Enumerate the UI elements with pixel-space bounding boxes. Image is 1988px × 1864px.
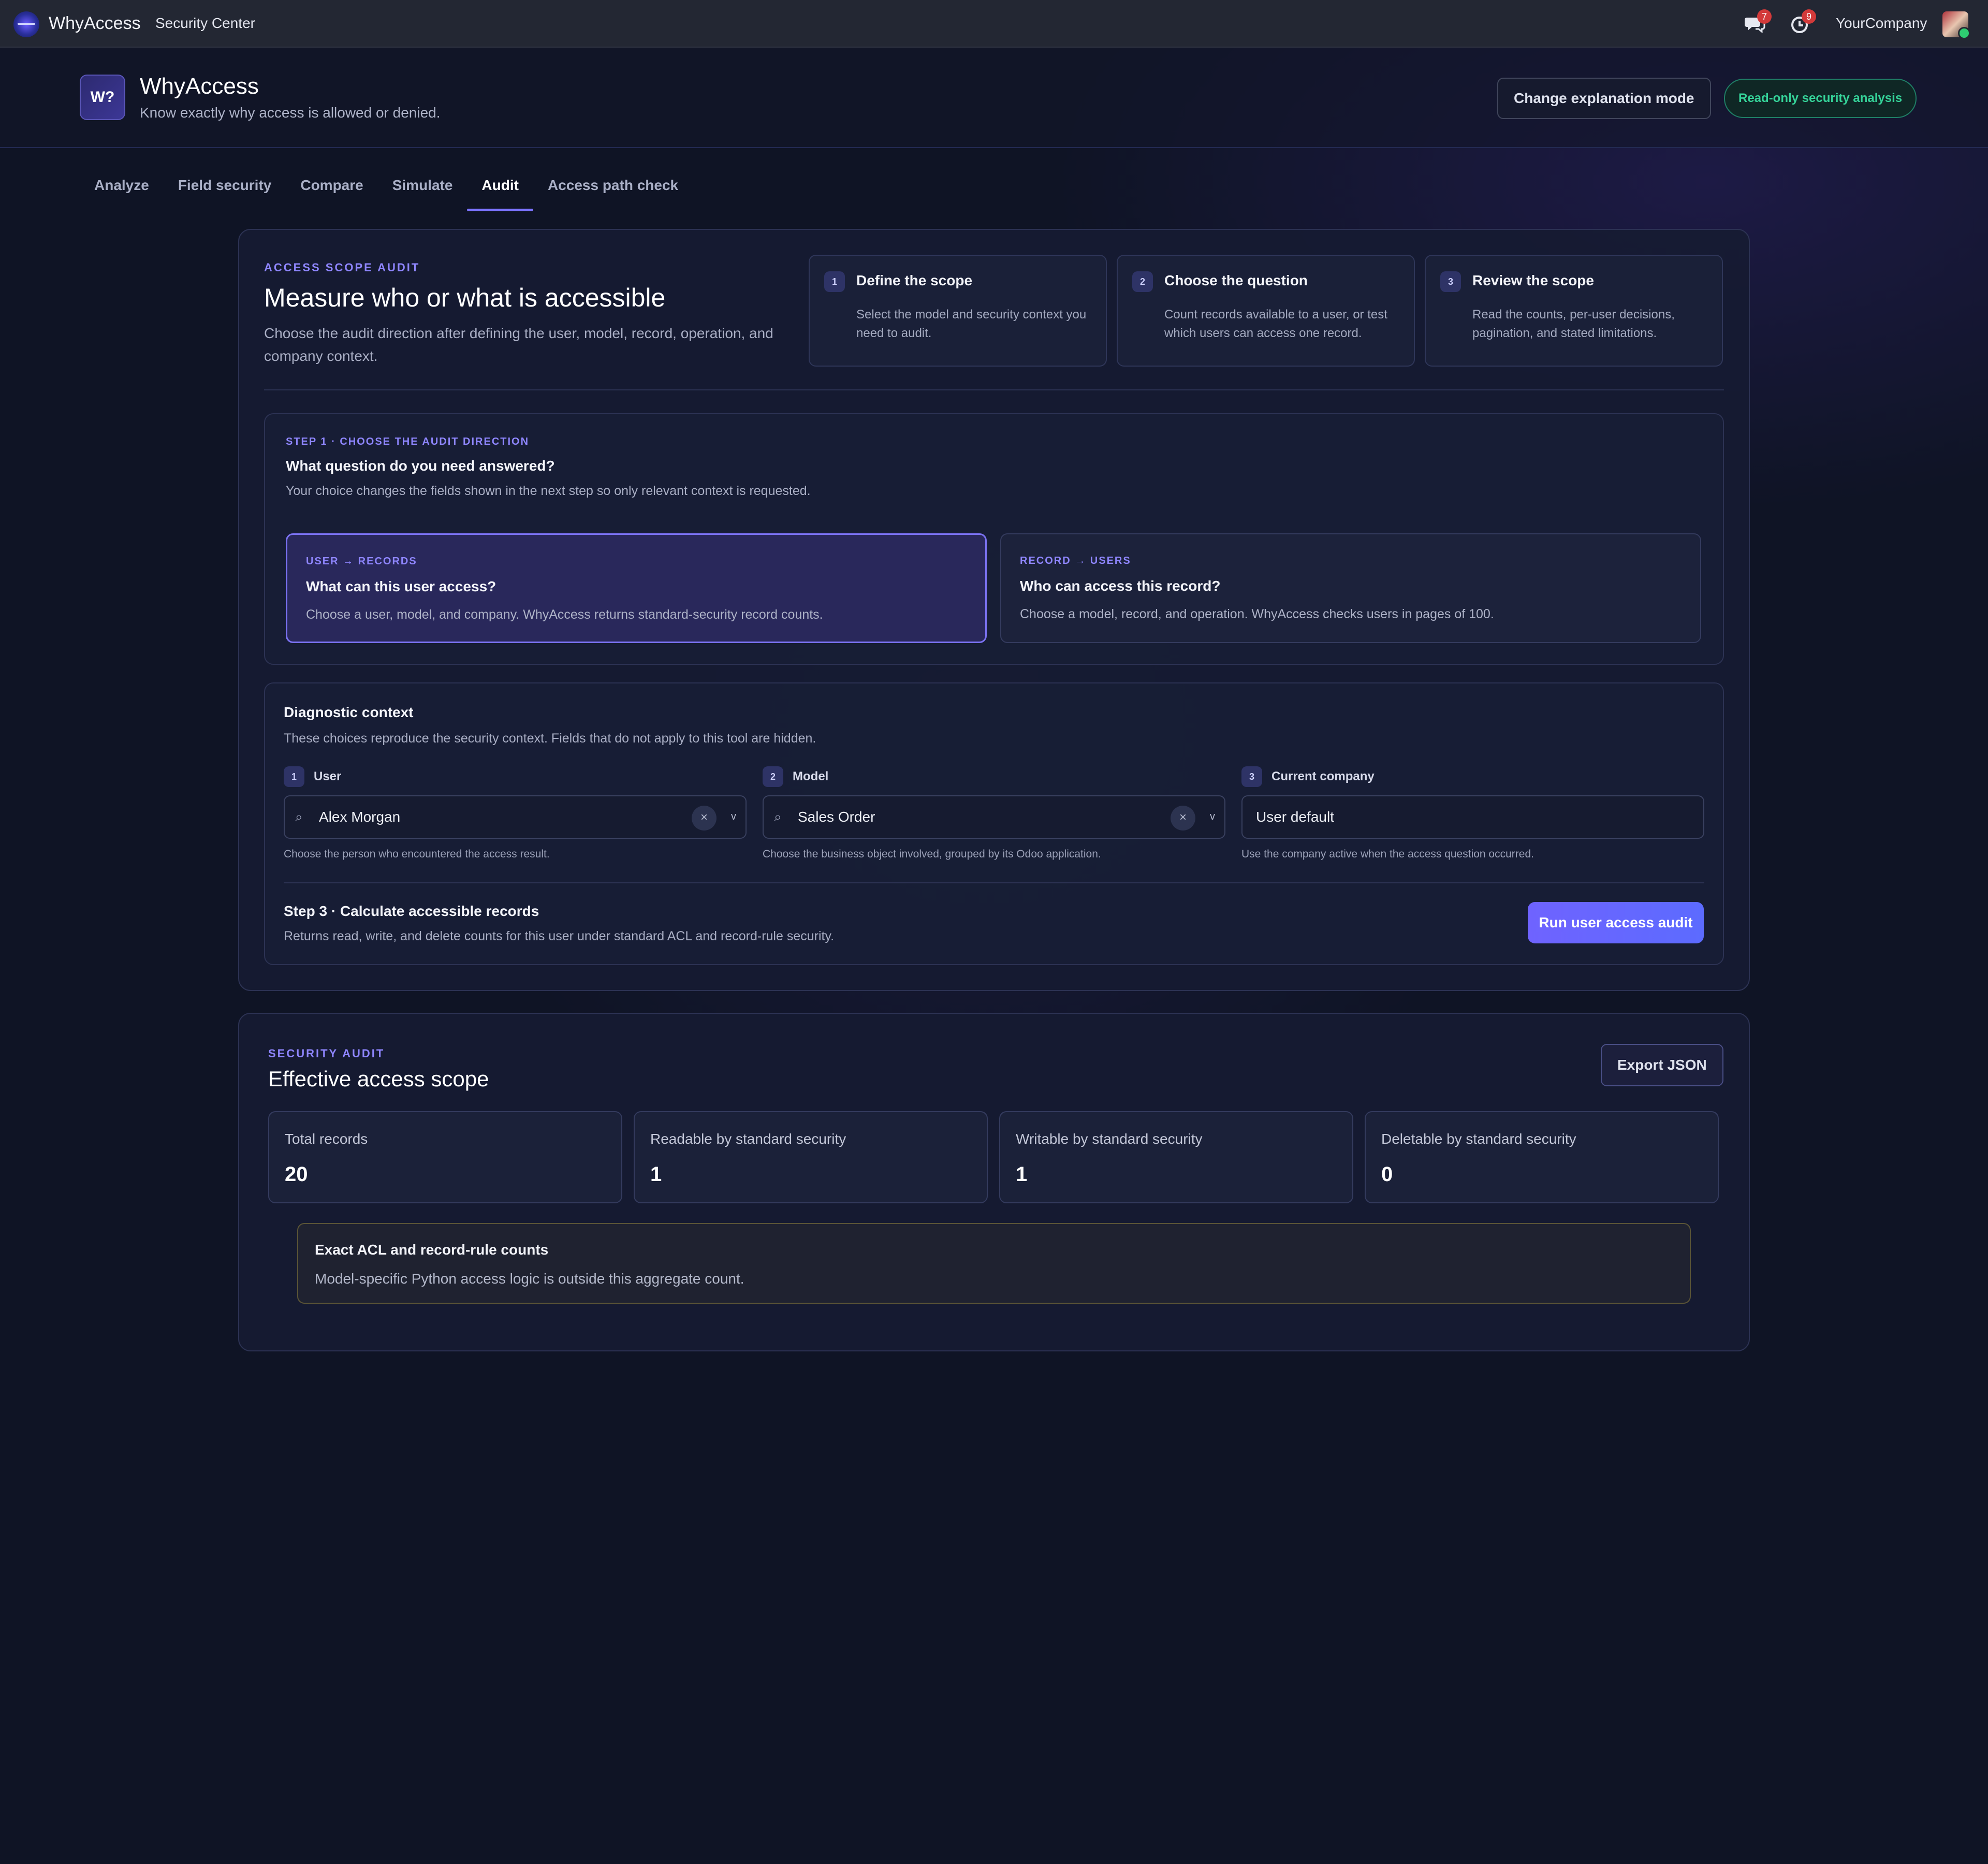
metric-total-records: Total records 20 bbox=[268, 1111, 622, 1203]
model-select-value: Sales Order bbox=[798, 809, 875, 825]
step-description: Select the model and security context yo… bbox=[856, 308, 1087, 340]
step-description: Count records available to a user, or te… bbox=[1164, 308, 1387, 340]
field-label-text: Current company bbox=[1271, 769, 1375, 783]
option-title: Who can access this record? bbox=[1020, 578, 1221, 594]
option-title: What can this user access? bbox=[306, 578, 496, 594]
page-title: WhyAccess bbox=[140, 74, 259, 99]
step-number: 2 bbox=[1132, 271, 1153, 292]
scope-description: Choose the audit direction after definin… bbox=[264, 325, 773, 364]
tab-analyze[interactable]: Analyze bbox=[80, 155, 164, 209]
context-description: These choices reproduce the security con… bbox=[284, 731, 816, 746]
messages-count-badge: 7 bbox=[1757, 9, 1772, 24]
export-json-button[interactable]: Export JSON bbox=[1601, 1044, 1723, 1086]
read-only-status-badge: Read-only security analysis bbox=[1724, 79, 1917, 118]
metric-label: Total records bbox=[285, 1131, 368, 1147]
limitation-note: Exact ACL and record-rule counts Model-s… bbox=[297, 1223, 1691, 1304]
clear-icon[interactable]: × bbox=[692, 806, 717, 831]
tab-field-security[interactable]: Field security bbox=[164, 155, 286, 209]
model-field-help: Choose the business object involved, gro… bbox=[763, 848, 1101, 860]
navbar-app-name[interactable]: WhyAccess bbox=[49, 13, 141, 34]
user-select-value: Alex Morgan bbox=[319, 809, 401, 825]
step-number: 3 bbox=[1440, 271, 1461, 292]
metric-label: Deletable by standard security bbox=[1381, 1131, 1576, 1147]
metric-value: 1 bbox=[650, 1163, 662, 1186]
user-field-help: Choose the person who encountered the ac… bbox=[284, 848, 550, 860]
company-field-help: Use the company active when the access q… bbox=[1241, 848, 1534, 860]
page-subtitle: Know exactly why access is allowed or de… bbox=[140, 105, 441, 121]
step-card-choose-question: 2 Choose the question Count records avai… bbox=[1117, 255, 1415, 367]
run-user-access-audit-button[interactable]: Run user access audit bbox=[1528, 902, 1704, 943]
tab-audit[interactable]: Audit bbox=[467, 155, 533, 211]
direction-title: What question do you need answered? bbox=[286, 458, 555, 474]
tab-access-path-check[interactable]: Access path check bbox=[533, 155, 693, 209]
company-switcher[interactable]: YourCompany bbox=[1836, 15, 1927, 32]
chevron-down-icon[interactable]: v bbox=[731, 811, 736, 823]
app-header: W? WhyAccess Know exactly why access is … bbox=[0, 48, 1988, 148]
audit-eyebrow: SECURITY AUDIT bbox=[268, 1047, 385, 1060]
app-switcher-logo-icon[interactable] bbox=[13, 11, 39, 37]
field-number: 3 bbox=[1241, 766, 1262, 787]
step-title: Define the scope bbox=[856, 272, 973, 288]
change-explanation-mode-button[interactable]: Change explanation mode bbox=[1497, 78, 1711, 119]
direction-eyebrow: STEP 1 · CHOOSE THE AUDIT DIRECTION bbox=[286, 436, 530, 447]
step3-title: Step 3 · Calculate accessible records bbox=[284, 903, 539, 919]
metric-value: 1 bbox=[1016, 1163, 1028, 1186]
messages-icon[interactable]: 7 bbox=[1744, 9, 1772, 35]
app-root: WhyAccess Security Center 7 9 YourCompan… bbox=[0, 0, 1988, 1864]
option-eyebrow: RECORD → USERS bbox=[1020, 555, 1131, 566]
step3-description: Returns read, write, and delete counts f… bbox=[284, 929, 835, 943]
metric-value: 0 bbox=[1381, 1163, 1393, 1186]
model-field-label: 2 Model bbox=[763, 766, 828, 787]
metric-label: Readable by standard security bbox=[650, 1131, 846, 1147]
company-field-label: 3 Current company bbox=[1241, 766, 1375, 787]
tab-simulate[interactable]: Simulate bbox=[378, 155, 467, 209]
note-title: Exact ACL and record-rule counts bbox=[315, 1242, 549, 1258]
step-card-review-scope: 3 Review the scope Read the counts, per-… bbox=[1425, 255, 1723, 367]
step-card-define-scope: 1 Define the scope Select the model and … bbox=[809, 255, 1107, 367]
context-title: Diagnostic context bbox=[284, 704, 414, 720]
scope-eyebrow: ACCESS SCOPE AUDIT bbox=[264, 261, 420, 274]
tab-compare[interactable]: Compare bbox=[286, 155, 377, 209]
step-title: Review the scope bbox=[1472, 272, 1594, 288]
direction-description: Your choice changes the fields shown in … bbox=[286, 484, 811, 498]
option-user-to-records[interactable]: USER → RECORDS What can this user access… bbox=[286, 533, 987, 643]
metric-deletable: Deletable by standard security 0 bbox=[1365, 1111, 1719, 1203]
metric-writable: Writable by standard security 1 bbox=[999, 1111, 1353, 1203]
step-number: 1 bbox=[824, 271, 845, 292]
step-title: Choose the question bbox=[1164, 272, 1308, 288]
user-avatar[interactable] bbox=[1942, 11, 1970, 39]
current-company-select[interactable]: User default bbox=[1241, 795, 1704, 839]
clear-icon[interactable]: × bbox=[1171, 806, 1195, 831]
tab-bar: Analyze Field security Compare Simulate … bbox=[80, 155, 693, 211]
step-description: Read the counts, per-user decisions, pag… bbox=[1472, 308, 1675, 340]
activity-clock-icon[interactable]: 9 bbox=[1788, 9, 1816, 35]
option-description: Choose a user, model, and company. WhyAc… bbox=[306, 607, 823, 622]
search-icon: ⌕ bbox=[774, 809, 782, 824]
navbar-menu-security-center[interactable]: Security Center bbox=[155, 15, 255, 32]
field-number: 1 bbox=[284, 766, 304, 787]
user-field-label: 1 User bbox=[284, 766, 341, 787]
metric-value: 20 bbox=[285, 1163, 308, 1186]
chevron-down-icon[interactable]: v bbox=[1210, 811, 1215, 823]
option-description: Choose a model, record, and operation. W… bbox=[1020, 607, 1494, 621]
metric-label: Writable by standard security bbox=[1016, 1131, 1203, 1147]
divider bbox=[284, 882, 1704, 883]
model-select[interactable]: ⌕ Sales Order × v bbox=[763, 795, 1225, 839]
search-icon: ⌕ bbox=[295, 809, 303, 824]
user-select[interactable]: ⌕ Alex Morgan × v bbox=[284, 795, 747, 839]
whyaccess-logo-icon: W? bbox=[80, 75, 125, 120]
audit-title: Effective access scope bbox=[268, 1067, 489, 1091]
company-select-value: User default bbox=[1256, 809, 1334, 825]
divider bbox=[264, 389, 1724, 390]
activity-count-badge: 9 bbox=[1802, 9, 1816, 24]
field-number: 2 bbox=[763, 766, 783, 787]
option-record-to-users[interactable]: RECORD → USERS Who can access this recor… bbox=[1000, 533, 1701, 643]
field-label-text: User bbox=[314, 769, 342, 783]
field-label-text: Model bbox=[793, 769, 829, 783]
note-description: Model-specific Python access logic is ou… bbox=[315, 1271, 744, 1287]
scope-title: Measure who or what is accessible bbox=[264, 283, 666, 312]
option-eyebrow: USER → RECORDS bbox=[306, 556, 417, 567]
top-navbar: WhyAccess Security Center 7 9 YourCompan… bbox=[0, 0, 1988, 48]
metric-readable: Readable by standard security 1 bbox=[634, 1111, 988, 1203]
